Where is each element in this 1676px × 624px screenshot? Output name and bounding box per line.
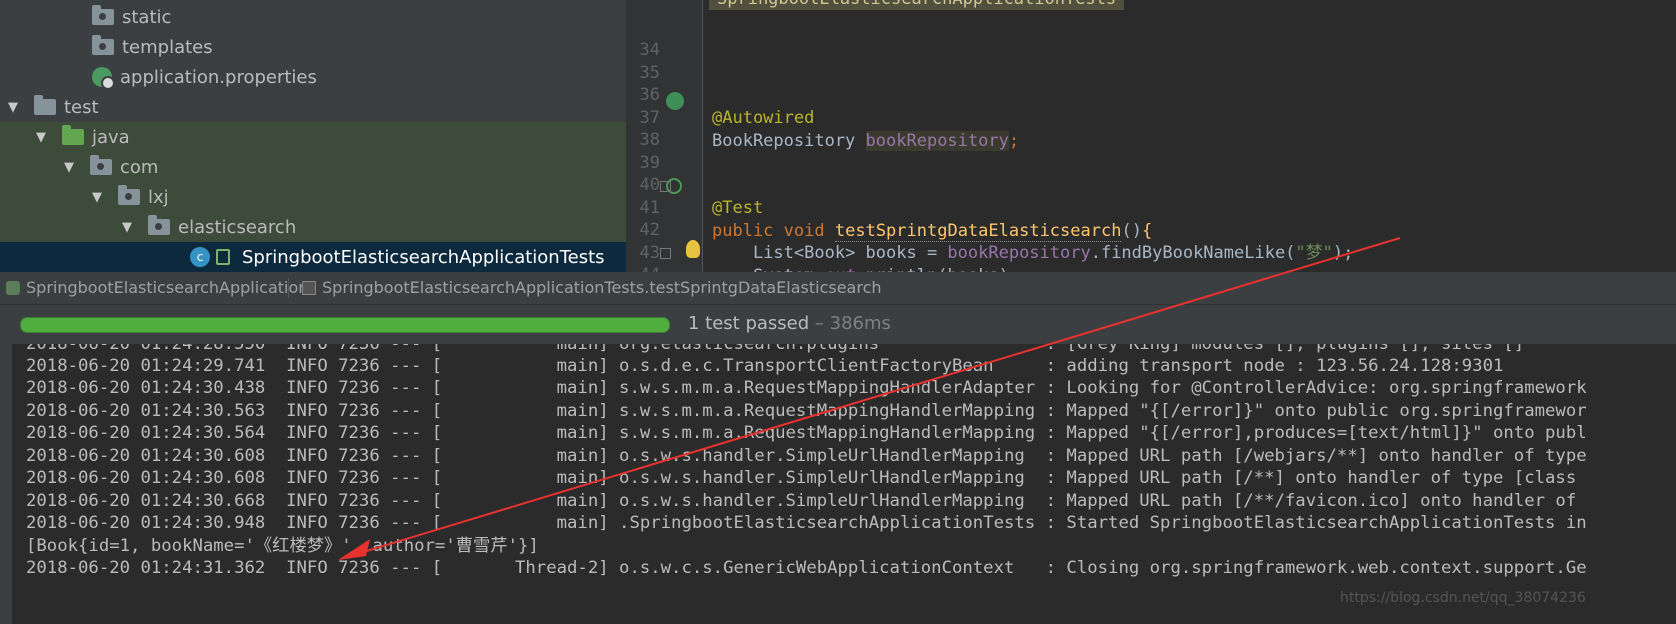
test-source-folder-icon — [62, 125, 84, 145]
spring-properties-icon — [92, 67, 115, 90]
code-line-38: 38 — [626, 106, 1676, 150]
lock-icon — [216, 249, 230, 265]
code-line-37: 37 BookRepository bookRepository; — [626, 84, 1676, 151]
code-line-44: 44 } — [626, 241, 1676, 290]
folder-icon — [92, 5, 114, 25]
tree-item-label: java — [92, 126, 130, 148]
tree-item-label: application.properties — [120, 66, 317, 88]
expand-arrow-icon[interactable]: ▼ — [62, 160, 76, 175]
run-tab-application[interactable]: SpringbootElasticsearchApplication — [6, 272, 308, 304]
tab-divider — [288, 278, 289, 298]
code-line-41: 41 public void testSprintgDataElasticsea… — [626, 174, 1676, 242]
expand-arrow-icon[interactable]: ▼ — [6, 100, 20, 115]
tree-item-label: templates — [122, 36, 213, 58]
test-status: 1 test passed – 386ms — [688, 313, 891, 334]
code-line-43: 43 System.out.println(books); — [626, 219, 1676, 286]
run-tab-tests[interactable]: SpringbootElasticsearchApplicationTests.… — [302, 272, 882, 304]
fold-marker-icon[interactable] — [660, 181, 671, 192]
code-line-35: 35 — [626, 39, 1676, 83]
package-icon — [90, 155, 112, 175]
tree-item-com[interactable]: ▼ com — [0, 152, 626, 182]
lightbulb-icon[interactable] — [686, 240, 700, 258]
test-run-icon — [302, 281, 316, 295]
spring-run-icon — [6, 281, 20, 295]
log-line: 2018-06-20 01:24:30.668 INFO 7236 --- [ … — [26, 491, 1577, 511]
tree-item-test[interactable]: ▼ test — [0, 92, 626, 122]
expand-arrow-icon[interactable]: ▼ — [34, 130, 48, 145]
tree-item-test-class[interactable]: c SpringbootElasticsearchApplicationTest… — [0, 242, 626, 272]
log-line: 2018-06-20 01:24:30.608 INFO 7236 --- [ … — [26, 446, 1587, 466]
tree-item-static[interactable]: static — [0, 2, 626, 32]
tree-item-label: elasticsearch — [178, 216, 297, 238]
log-line: 2018-06-20 01:24:30.948 INFO 7236 --- [ … — [26, 513, 1587, 533]
project-tree: static templates application.properties … — [0, 0, 626, 290]
folder-icon — [92, 35, 114, 55]
test-status-label: 1 test passed — [688, 313, 810, 334]
code-line-34: 34 — [626, 16, 1676, 60]
tree-item-elasticsearch[interactable]: ▼ elasticsearch — [0, 212, 626, 242]
tree-item-label: test — [64, 96, 99, 118]
code-line-40: 40 @Test — [626, 151, 1676, 218]
log-line-result: [Book{id=1, bookName='《红楼梦》', author='曹雪… — [26, 536, 539, 556]
tree-item-label: lxj — [148, 186, 169, 208]
tree-item-label: SpringbootElasticsearchApplicationTests — [242, 246, 605, 268]
code-line-42: 42 List<Book> books = bookRepository.fin… — [626, 196, 1676, 263]
console-gutter — [0, 344, 12, 624]
editor-tab[interactable]: SpringbootElasticsearchApplicationTests — [709, 0, 1125, 10]
tree-item-lxj[interactable]: ▼ lxj — [0, 182, 626, 212]
tree-item-application-properties[interactable]: application.properties — [0, 62, 626, 92]
log-line: 2018-06-20 01:24:30.563 INFO 7236 --- [ … — [26, 401, 1587, 421]
test-progress-bar — [20, 317, 670, 333]
watermark: https://blog.csdn.net/qq_38074236 — [1340, 590, 1586, 606]
code-editor[interactable]: SpringbootElasticsearchApplicationTests … — [626, 0, 1676, 290]
spring-bean-icon[interactable] — [666, 92, 684, 110]
run-tab-label: SpringbootElasticsearchApplication — [26, 278, 309, 297]
tree-item-templates[interactable]: templates — [0, 32, 626, 62]
folder-icon — [34, 95, 56, 115]
test-progress-fill — [21, 318, 669, 332]
expand-arrow-icon[interactable]: ▼ — [120, 220, 134, 235]
run-tab-label: SpringbootElasticsearchApplicationTests.… — [322, 278, 882, 297]
run-tabs-bar: SpringbootElasticsearchApplication Sprin… — [0, 272, 1676, 304]
tree-item-java[interactable]: ▼ java — [0, 122, 626, 152]
tree-item-label: com — [120, 156, 159, 178]
log-line: 2018-06-20 01:24:30.564 INFO 7236 --- [ … — [26, 423, 1587, 443]
tree-item-label: static — [122, 6, 172, 28]
package-icon — [148, 215, 170, 235]
log-line: 2018-06-20 01:24:31.362 INFO 7236 --- [ … — [26, 558, 1587, 578]
code-line-39: 39 — [626, 129, 1676, 173]
package-icon — [118, 185, 140, 205]
log-line: 2018-06-20 01:24:29.741 INFO 7236 --- [ … — [26, 356, 1504, 376]
log-line: 2018-06-20 01:24:30.608 INFO 7236 --- [ … — [26, 468, 1577, 488]
log-line: 2018-06-20 01:24:30.438 INFO 7236 --- [ … — [26, 378, 1587, 398]
test-progress-row: 1 test passed – 386ms — [0, 304, 1676, 345]
code-line-36: 36 @Autowired — [626, 61, 1676, 128]
console-output[interactable]: 2018-06-20 01:24:28.550 INFO 7236 --- [ … — [0, 344, 1676, 624]
expand-arrow-icon[interactable]: ▼ — [90, 190, 104, 205]
fold-marker-icon[interactable] — [660, 248, 671, 259]
test-duration: – 386ms — [809, 313, 891, 334]
class-icon: c — [190, 247, 210, 267]
